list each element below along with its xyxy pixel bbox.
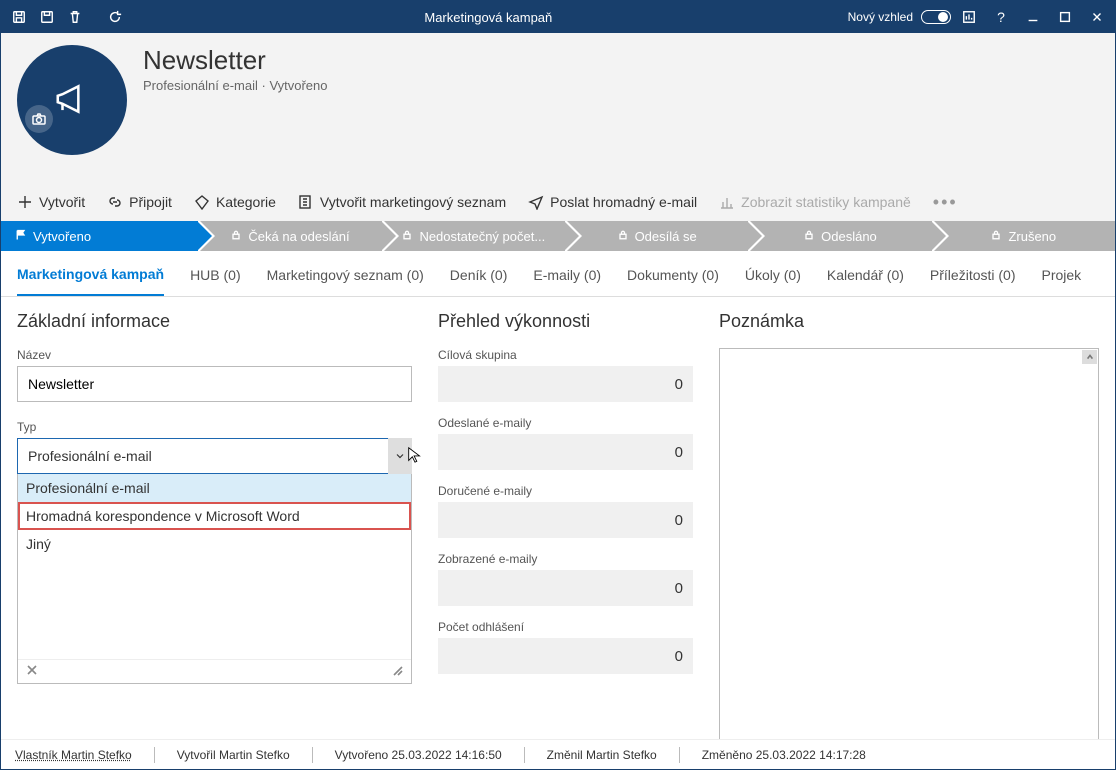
new-look-label: Nový vzhled <box>848 10 917 24</box>
created-by-info: Vytvořil Martin Stefko <box>177 748 290 762</box>
show-stats-button: Zobrazit statistiky kampaně <box>719 194 911 210</box>
delivered-label: Doručené e-maily <box>438 484 693 498</box>
sent-label: Odeslané e-maily <box>438 416 693 430</box>
dropdown-footer <box>18 659 411 683</box>
tab-calendar[interactable]: Kalendář (0) <box>827 253 904 295</box>
delete-icon[interactable] <box>61 3 89 31</box>
name-input[interactable] <box>17 366 412 402</box>
camera-icon[interactable] <box>25 105 53 133</box>
tab-bar: Marketingová kampaň HUB (0) Marketingový… <box>1 251 1115 297</box>
tab-opportunities[interactable]: Příležitosti (0) <box>930 253 1016 295</box>
tab-projects[interactable]: Projek <box>1042 253 1082 295</box>
lock-icon <box>803 229 815 244</box>
lock-icon <box>230 229 242 244</box>
modified-at-info: Změněno 25.03.2022 14:17:28 <box>702 748 866 762</box>
type-option-word-merge[interactable]: Hromadná korespondence v Microsoft Word <box>18 502 411 530</box>
viewed-value <box>438 570 693 606</box>
unsub-value <box>438 638 693 674</box>
link-button[interactable]: Připojit <box>107 194 172 210</box>
type-select-value[interactable]: Profesionální e-mail <box>17 438 412 474</box>
type-dropdown: Profesionální e-mail Hromadná koresponde… <box>17 474 412 684</box>
owner-info[interactable]: Vlastník Martin Stefko <box>15 748 132 762</box>
stage-insufficient[interactable]: Nedostatečný počet... <box>382 221 565 251</box>
title-bar: Marketingová kampaň Nový vzhled ? <box>1 1 1115 33</box>
app-window: Marketingová kampaň Nový vzhled ? Newsle… <box>0 0 1116 770</box>
target-group-value <box>438 366 693 402</box>
maximize-button[interactable] <box>1051 3 1079 31</box>
lock-icon <box>617 229 629 244</box>
record-header: Newsletter Profesionální e-mail · Vytvoř… <box>1 33 1115 221</box>
stage-bar: Vytvořeno Čeká na odeslání Nedostatečný … <box>1 221 1115 251</box>
stage-created[interactable]: Vytvořeno <box>1 221 198 251</box>
refresh-icon[interactable] <box>101 3 129 31</box>
type-option-other[interactable]: Jiný <box>18 530 411 558</box>
sent-value <box>438 434 693 470</box>
tab-marketing-campaign[interactable]: Marketingová kampaň <box>17 252 164 296</box>
stage-cancelled[interactable]: Zrušeno <box>932 221 1115 251</box>
new-look-toggle[interactable] <box>921 10 951 24</box>
record-avatar[interactable] <box>17 45 127 155</box>
save-close-icon[interactable] <box>33 3 61 31</box>
performance-column: Přehled výkonnosti Cílová skupina Odesla… <box>438 311 693 739</box>
basic-info-column: Základní informace Název Typ Profesionál… <box>17 311 412 739</box>
help-icon[interactable]: ? <box>987 3 1015 31</box>
minimize-button[interactable] <box>1019 3 1047 31</box>
resize-grip-icon[interactable] <box>391 664 403 679</box>
window-title: Marketingová kampaň <box>129 10 848 25</box>
note-column: Poznámka <box>719 311 1099 739</box>
content-area: Základní informace Název Typ Profesionál… <box>1 297 1115 739</box>
title-bar-left <box>5 3 129 31</box>
delivered-value <box>438 502 693 538</box>
type-option-professional-email[interactable]: Profesionální e-mail <box>18 474 411 502</box>
plus-icon <box>17 194 33 210</box>
lock-icon <box>401 229 413 244</box>
command-bar: Vytvořit Připojit Kategorie Vytvořit mar… <box>17 183 1099 221</box>
tab-hub[interactable]: HUB (0) <box>190 253 241 295</box>
type-select[interactable]: Profesionální e-mail Profesionální e-mai… <box>17 438 412 474</box>
more-commands-button[interactable]: ••• <box>933 192 958 213</box>
viewed-label: Zobrazené e-maily <box>438 552 693 566</box>
save-icon[interactable] <box>5 3 33 31</box>
tab-tasks[interactable]: Úkoly (0) <box>745 253 801 295</box>
modified-by-info: Změnil Martin Stefko <box>547 748 657 762</box>
stats-icon <box>719 194 735 210</box>
stage-waiting[interactable]: Čeká na odeslání <box>198 221 381 251</box>
close-button[interactable] <box>1083 3 1111 31</box>
tab-marketing-list[interactable]: Marketingový seznam (0) <box>267 253 424 295</box>
create-marketing-list-button[interactable]: Vytvořit marketingový seznam <box>298 194 506 210</box>
tab-emails[interactable]: E-maily (0) <box>533 253 601 295</box>
note-heading: Poznámka <box>719 311 1099 332</box>
status-bar: Vlastník Martin Stefko Vytvořil Martin S… <box>1 739 1115 769</box>
scroll-up-icon[interactable] <box>1082 350 1097 364</box>
tab-documents[interactable]: Dokumenty (0) <box>627 253 719 295</box>
create-button[interactable]: Vytvořit <box>17 194 85 210</box>
name-label: Název <box>17 348 412 362</box>
flag-icon <box>15 229 27 244</box>
stage-sending[interactable]: Odesílá se <box>565 221 748 251</box>
category-button[interactable]: Kategorie <box>194 194 276 210</box>
tag-icon <box>194 194 210 210</box>
basic-info-heading: Základní informace <box>17 311 412 332</box>
close-icon[interactable] <box>26 664 38 679</box>
send-icon <box>528 194 544 210</box>
send-mass-email-button[interactable]: Poslat hromadný e-mail <box>528 194 697 210</box>
created-at-info: Vytvořeno 25.03.2022 14:16:50 <box>335 748 502 762</box>
list-icon <box>298 194 314 210</box>
record-title: Newsletter <box>143 45 328 76</box>
megaphone-icon <box>53 80 91 121</box>
cursor-icon <box>406 446 424 467</box>
performance-heading: Přehled výkonnosti <box>438 311 693 332</box>
record-subtitle: Profesionální e-mail · Vytvořeno <box>143 78 328 93</box>
tab-journal[interactable]: Deník (0) <box>450 253 508 295</box>
type-label: Typ <box>17 420 412 434</box>
link-icon <box>107 194 123 210</box>
lock-icon <box>990 229 1002 244</box>
note-textarea[interactable] <box>719 348 1099 739</box>
title-bar-right: Nový vzhled ? <box>848 3 1111 31</box>
stage-sent[interactable]: Odesláno <box>748 221 931 251</box>
chart-icon[interactable] <box>955 3 983 31</box>
target-group-label: Cílová skupina <box>438 348 693 362</box>
unsub-label: Počet odhlášení <box>438 620 693 634</box>
